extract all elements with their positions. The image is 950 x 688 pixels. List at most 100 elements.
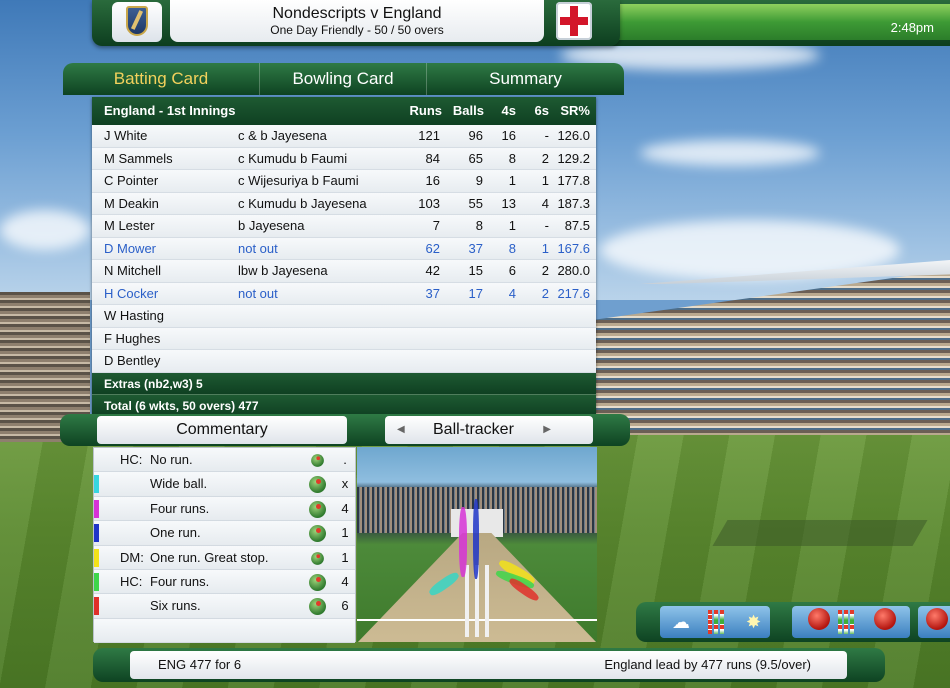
field-pitch-strip xyxy=(712,520,928,546)
innings-title: England - 1st Innings xyxy=(104,103,236,118)
batter-name: W Hasting xyxy=(104,308,164,323)
runs-cell: 16 xyxy=(425,173,440,188)
batter-row[interactable]: M Sammels c Kumudu b Faumi 84 65 8 2 129.2 xyxy=(92,147,596,170)
cricket-club-crest-icon xyxy=(112,2,162,42)
fours-cell: 8 xyxy=(508,150,516,166)
commentary-text: Six runs. xyxy=(150,598,201,614)
balls-cell: 9 xyxy=(475,173,483,188)
commentary-item-empty xyxy=(94,618,355,644)
batter-name: M Sammels xyxy=(104,150,173,166)
commentary-batter: HC: xyxy=(120,573,143,589)
strike-rate-cell: 177.8 xyxy=(557,173,590,188)
strike-rate-cell: 217.6 xyxy=(557,285,590,301)
tab-summary[interactable]: Summary xyxy=(427,63,624,95)
dismissal: b Jayesena xyxy=(238,218,305,233)
commentary-item[interactable]: Four runs. 4 xyxy=(94,496,355,522)
ball-tracker-view xyxy=(357,447,597,642)
ball-result: . xyxy=(343,452,347,467)
runs-cell: 62 xyxy=(425,240,440,256)
dismissal: c & b Jayesena xyxy=(238,128,327,143)
previous-arrow-icon[interactable]: ◀ xyxy=(397,416,405,444)
tab-bowling-card[interactable]: Bowling Card xyxy=(260,63,427,95)
runs-cell: 42 xyxy=(425,263,440,278)
match-subtitle: One Day Friendly - 50 / 50 overs xyxy=(270,23,444,37)
extras-row: Extras (nb2,w3) 5 xyxy=(92,372,596,395)
ball-result: 4 xyxy=(341,500,349,516)
batter-row[interactable]: M Deakin c Kumudu b Jayesena 103 55 13 4 187.3 xyxy=(92,192,596,215)
batter-row[interactable]: J White c & b Jayesena 121 96 16-126.0 xyxy=(92,125,596,148)
commentary-item[interactable]: Wide ball. x xyxy=(94,472,355,497)
england-flag-icon xyxy=(556,2,592,40)
commentary-text: No run. xyxy=(150,452,193,467)
ball-marker-icon xyxy=(309,598,326,616)
match-title-box: Nondescripts v England One Day Friendly … xyxy=(170,0,544,42)
runs-cell: 103 xyxy=(418,195,440,211)
runs-cell: 37 xyxy=(425,285,440,301)
lead-status: England lead by 477 runs (9.5/over) xyxy=(604,657,811,672)
balls-cell: 15 xyxy=(468,263,483,278)
ball-trail xyxy=(473,499,479,579)
batter-name: H Cocker xyxy=(104,285,159,301)
ball-marker-icon xyxy=(309,573,326,591)
strike-rate-cell: 126.0 xyxy=(557,128,590,143)
strike-rate-cell: 167.6 xyxy=(557,240,590,256)
commentary-batter: DM: xyxy=(120,549,144,565)
balls-cell: 8 xyxy=(475,218,483,233)
batter-row[interactable]: W Hasting xyxy=(92,305,596,328)
column-strike-rate: SR% xyxy=(560,103,590,118)
balls-cell: 37 xyxy=(468,240,483,256)
column-runs: Runs xyxy=(409,103,443,118)
next-arrow-icon[interactable]: ▶ xyxy=(543,416,551,444)
batter-row[interactable]: H Cocker not out 37 17 4 2 217.6 xyxy=(92,282,596,305)
fours-cell: 16 xyxy=(501,128,516,143)
pitch-meter xyxy=(844,610,848,634)
batter-row[interactable]: D Bentley xyxy=(92,350,596,373)
batter-name: M Deakin xyxy=(104,195,159,211)
ball-result: 1 xyxy=(341,525,349,541)
commentary-list: HC: No run.. Wide ball. x Four runs. 4 One run… xyxy=(93,447,356,644)
cricket-ball-icon xyxy=(926,608,948,630)
commentary-item[interactable]: One run. 1 xyxy=(94,521,355,546)
balls-cell: 17 xyxy=(468,285,483,301)
commentary-color-marker xyxy=(94,548,99,567)
batter-name: N Mitchell xyxy=(104,263,162,278)
ball-result: 6 xyxy=(341,598,349,614)
ball-marker-icon xyxy=(309,500,326,518)
balls-cell: 55 xyxy=(468,195,483,211)
commentary-item[interactable]: HC: No run.. xyxy=(94,448,355,473)
pitch-meter xyxy=(838,610,842,634)
commentary-button[interactable]: Commentary xyxy=(97,416,347,444)
strike-rate-cell: 87.5 xyxy=(564,218,590,233)
batter-name: C Pointer xyxy=(104,173,159,188)
batter-row[interactable]: C Pointer c Wijesuriya b Faumi 16 9 1 1 177.8 xyxy=(92,170,596,193)
commentary-item[interactable]: HC: Four runs. 4 xyxy=(94,569,355,595)
column-balls: Balls xyxy=(452,103,484,118)
dismissal: lbw b Jayesena xyxy=(238,263,328,278)
ball-tracker-selector[interactable]: ◀ Ball-tracker ▶ xyxy=(385,416,593,444)
commentary-color-marker xyxy=(94,475,99,494)
pitch-meter xyxy=(850,610,854,634)
dismissal: c Wijesuriya b Faumi xyxy=(238,173,359,188)
batter-row[interactable]: F Hughes xyxy=(92,327,596,350)
dismissal: c Kumudu b Jayesena xyxy=(238,195,367,211)
tab-batting-card[interactable]: Batting Card xyxy=(63,63,260,95)
ball-trail xyxy=(459,507,467,577)
ball-marker-icon xyxy=(309,476,326,494)
runs-cell: 121 xyxy=(418,128,440,143)
match-title: Nondescripts v England xyxy=(272,5,442,22)
commentary-color-marker xyxy=(94,524,99,543)
ball-result: 1 xyxy=(341,549,349,565)
batter-row[interactable]: M Lester b Jayesena 7 8 1-87.5 xyxy=(92,215,596,238)
commentary-text: Four runs. xyxy=(150,500,210,516)
commentary-item[interactable]: DM: One run. Great stop. 1 xyxy=(94,545,355,570)
commentary-color-marker xyxy=(94,597,99,616)
balls-cell: 65 xyxy=(468,150,483,166)
commentary-batter: HC: xyxy=(120,452,143,467)
cloud-icon: ☁ xyxy=(672,612,690,632)
commentary-item[interactable]: Six runs. 6 xyxy=(94,594,355,619)
batter-row[interactable]: D Mower not out 62 37 8 1 167.6 xyxy=(92,237,596,260)
ball-marker-icon xyxy=(311,454,324,467)
batter-row[interactable]: N Mitchell lbw b Jayesena 42 15 6 2 280.0 xyxy=(92,260,596,283)
ball-tracker-label: Ball-tracker xyxy=(433,421,514,438)
ball-result: 4 xyxy=(341,573,349,589)
